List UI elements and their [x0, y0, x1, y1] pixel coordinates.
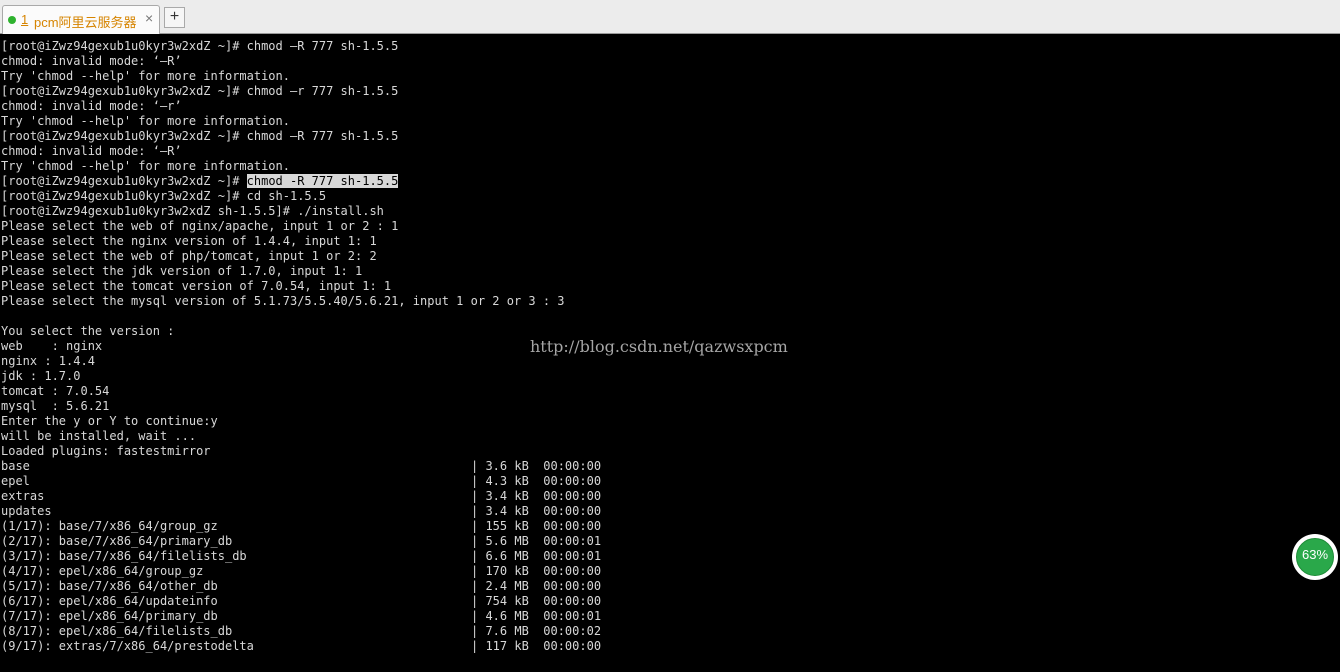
download-item-size: | 4.6 MB 00:00:01 [471, 609, 602, 623]
download-item-name: (8/17): epel/x86_64/filelists_db [1, 624, 233, 638]
download-item-name: (4/17): epel/x86_64/group_gz [1, 564, 204, 578]
terminal-line: [root@iZwz94gexub1u0kyr3w2xdZ ~]# chmod … [1, 84, 399, 98]
download-item-name: (9/17): extras/7/x86_64/prestodelta [1, 639, 254, 653]
terminal-line: Try 'chmod --help' for more information. [1, 69, 290, 83]
download-item-size: | 5.6 MB 00:00:01 [471, 534, 602, 548]
terminal-line: You select the version : [1, 324, 175, 338]
download-item-name: (2/17): base/7/x86_64/primary_db [1, 534, 233, 548]
terminal-line: Please select the web of php/tomcat, inp… [1, 249, 377, 263]
download-item-name: (1/17): base/7/x86_64/group_gz [1, 519, 218, 533]
download-item-name: extras [1, 489, 45, 503]
download-item-size: | 7.6 MB 00:00:02 [471, 624, 602, 638]
download-item-name: updates [1, 504, 52, 518]
download-item-name: (6/17): epel/x86_64/updateinfo [1, 594, 218, 608]
watermark: http://blog.csdn.net/qazwsxpcm [530, 337, 788, 356]
usage-gauge[interactable]: 63% [1292, 534, 1340, 580]
terminal-line: nginx : 1.4.4 [1, 354, 95, 368]
download-item-size: | 170 kB 00:00:00 [471, 564, 602, 578]
download-item-name: (5/17): base/7/x86_64/other_db [1, 579, 218, 593]
terminal-line: Please select the tomcat version of 7.0.… [1, 279, 392, 293]
download-item-size: | 155 kB 00:00:00 [471, 519, 602, 533]
connection-status-icon [8, 16, 16, 24]
terminal-line: jdk : 1.7.0 [1, 369, 81, 383]
terminal-line: Please select the mysql version of 5.1.7… [1, 294, 565, 308]
terminal-line: [root@iZwz94gexub1u0kyr3w2xdZ ~]# cd sh-… [1, 189, 327, 203]
terminal-line: chmod: invalid mode: ‘–r’ [1, 99, 182, 113]
download-item-name: epel [1, 474, 30, 488]
gauge-ring: 63% [1292, 534, 1338, 580]
terminal-line: will be installed, wait ... [1, 429, 197, 443]
terminal-line: [root@iZwz94gexub1u0kyr3w2xdZ sh-1.5.5]#… [1, 204, 384, 218]
terminal-line: mysql : 5.6.21 [1, 399, 110, 413]
download-item-size: | 3.4 kB 00:00:00 [471, 489, 602, 503]
gauge-label: 63% [1301, 547, 1329, 562]
terminal-line: [root@iZwz94gexub1u0kyr3w2xdZ ~]# chmod … [1, 129, 399, 143]
terminal-line: chmod: invalid mode: ‘–R’ [1, 54, 182, 68]
tab-bar: 1 pcm阿里云服务器 × + [0, 0, 1340, 34]
terminal-line: tomcat : 7.0.54 [1, 384, 110, 398]
download-item-name: base [1, 459, 30, 473]
download-item-size: | 3.4 kB 00:00:00 [471, 504, 602, 518]
download-item-name: (3/17): base/7/x86_64/filelists_db [1, 549, 247, 563]
tab-number: 1 [21, 12, 29, 27]
selected-text: chmod -R 777 sh-1.5.5 [246, 174, 399, 188]
download-item-size: | 117 kB 00:00:00 [471, 639, 602, 653]
terminal-line: web : nginx [1, 339, 103, 353]
close-tab-icon[interactable]: × [145, 10, 153, 26]
new-tab-button[interactable]: + [164, 7, 185, 28]
session-tab[interactable]: 1 pcm阿里云服务器 × [2, 5, 160, 34]
download-item-size: | 754 kB 00:00:00 [471, 594, 602, 608]
tab-title: pcm阿里云服务器 [34, 15, 137, 30]
download-item-size: | 4.3 kB 00:00:00 [471, 474, 602, 488]
terminal-line: Please select the web of nginx/apache, i… [1, 219, 399, 233]
terminal-prompt: [root@iZwz94gexub1u0kyr3w2xdZ ~]# [1, 174, 247, 188]
download-item-size: | 3.6 kB 00:00:00 [471, 459, 602, 473]
terminal-line: [root@iZwz94gexub1u0kyr3w2xdZ ~]# chmod … [1, 174, 399, 189]
terminal-line: Loaded plugins: fastestmirror [1, 444, 211, 458]
terminal-line: Enter the y or Y to continue:y [1, 414, 218, 428]
terminal-line: Try 'chmod --help' for more information. [1, 159, 290, 173]
download-item-size: | 6.6 MB 00:00:01 [471, 549, 602, 563]
terminal-line: Try 'chmod --help' for more information. [1, 114, 290, 128]
terminal-line: Please select the jdk version of 1.7.0, … [1, 264, 363, 278]
terminal-line: chmod: invalid mode: ‘–R’ [1, 144, 182, 158]
download-item-name: (7/17): epel/x86_64/primary_db [1, 609, 218, 623]
terminal-line: Please select the nginx version of 1.4.4… [1, 234, 377, 248]
terminal-line: [root@iZwz94gexub1u0kyr3w2xdZ ~]# chmod … [1, 39, 399, 53]
download-item-size: | 2.4 MB 00:00:00 [471, 579, 602, 593]
